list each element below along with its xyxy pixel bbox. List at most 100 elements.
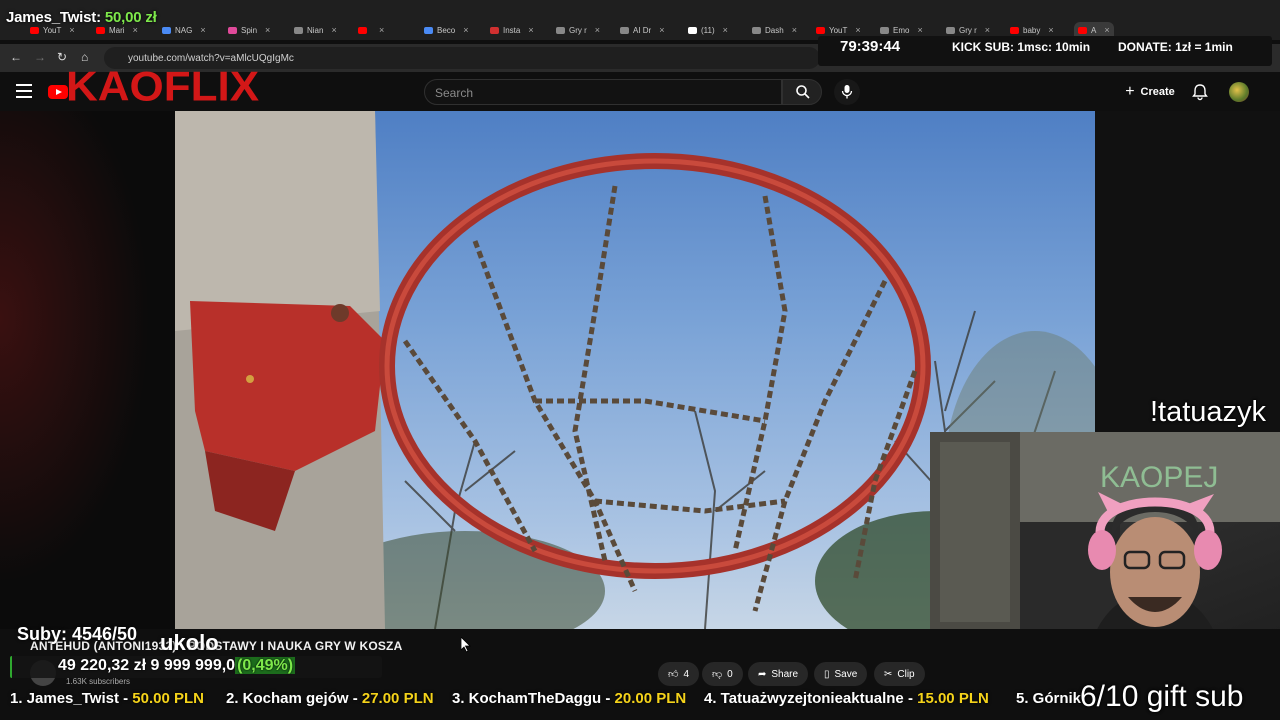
tab-close-icon[interactable]: × [659,25,664,35]
notifications-bell-icon[interactable] [1191,83,1209,106]
tab-close-icon[interactable]: × [1104,25,1109,35]
browser-tab[interactable]: (11) × [688,22,728,38]
tab-label: Gry r [569,25,587,35]
donor-name: James_Twist: [6,9,101,26]
tab-label: YouT [43,25,62,35]
tab-close-icon[interactable]: × [69,25,74,35]
search-icon [796,85,810,99]
tab-label: Emo [893,25,910,35]
tab-label: Insta [503,25,521,35]
create-label: Create [1140,86,1175,98]
mouse-cursor-icon [461,637,471,653]
tab-favicon-icon [816,26,825,34]
tab-close-icon[interactable]: × [133,25,138,35]
tab-close-icon[interactable]: × [528,25,533,35]
scissors-icon: ✂ [884,668,893,680]
right-background [1095,111,1280,441]
ticker-name: 2. Kocham gejów - [226,690,362,707]
tab-label: Gry r [959,25,977,35]
tab-label: baby [1023,25,1041,35]
search-button[interactable] [782,79,822,105]
tab-label: Nian [307,25,324,35]
menu-icon[interactable] [16,84,32,98]
like-button[interactable]: 👍︎ 4 [658,662,700,686]
browser-tab[interactable]: Insta × [490,22,534,38]
ticker-amount: 15.00 PLN [917,690,989,707]
donor-amount: 50,00 zł [104,9,157,26]
left-background [0,111,175,629]
ticker-item: 2. Kocham gejów - 27.00 PLN [226,690,434,707]
microphone-icon [841,85,853,99]
browser-tab[interactable]: AI Dr × [620,22,665,38]
tab-favicon-icon [620,26,629,34]
tab-close-icon[interactable]: × [463,25,468,35]
browser-tab[interactable]: Nian × [294,22,337,38]
bookmark-icon: ▯ [824,668,830,680]
tab-favicon-icon [490,26,499,34]
tab-favicon-icon [30,26,39,34]
tab-close-icon[interactable]: × [792,25,797,35]
tab-close-icon[interactable]: × [1048,25,1053,35]
tab-close-icon[interactable]: × [855,25,860,35]
subs-counter: Suby: 4546/50 [17,624,138,644]
ticker-amount: 27.00 PLN [361,690,434,707]
clip-button[interactable]: ✂ Clip [874,662,925,686]
url-text: youtube.com/watch?v=aMlcUQgIgMc [128,52,294,64]
back-icon[interactable]: ← [10,50,22,64]
kick-sub-rate: KICK SUB: 1msc: 10min [952,40,1091,54]
save-label: Save [834,668,858,680]
subathon-timer: 79:39:44 [840,38,901,55]
gift-sub-counter: 6/10 gift sub [1080,680,1244,713]
tab-favicon-icon [688,26,697,34]
browser-tab[interactable]: Gry r × [556,22,600,38]
kaoflix-brand-overlay: KAOFLIX [66,63,260,110]
tab-favicon-icon [358,26,367,34]
tab-favicon-icon [228,26,237,34]
dislike-button[interactable]: 👎︎ 0 [702,662,743,686]
tab-label: (11) [701,25,715,35]
save-button[interactable]: ▯ Save [814,662,868,686]
account-avatar[interactable] [1229,82,1249,102]
tab-label: Dash [765,25,784,35]
search-input[interactable]: Search [424,79,782,105]
forward-icon[interactable]: → [34,50,46,64]
tab-close-icon[interactable]: × [331,25,336,35]
ticker-name: 1. James_Twist - [10,690,133,707]
youtube-logo-icon[interactable] [48,85,68,99]
tab-close-icon[interactable]: × [379,25,384,35]
browser-tab[interactable]: Dash × [752,22,797,38]
tab-favicon-icon [556,26,565,34]
home-icon[interactable]: ⌂ [81,50,88,64]
tab-close-icon[interactable]: × [595,25,600,35]
tab-favicon-icon [424,26,433,34]
ticker-name: 3. KochamTheDaggu - [452,690,615,707]
tab-close-icon[interactable]: × [265,25,270,35]
tab-close-icon[interactable]: × [917,25,922,35]
tab-close-icon[interactable]: × [985,25,990,35]
tab-favicon-icon [880,26,889,34]
tab-label: AI Dr [633,25,652,35]
ticker-item: 5. Górnik [1016,690,1081,707]
browser-tab[interactable]: Spin × [228,22,270,38]
tab-favicon-icon [294,26,303,34]
tatuazyk-command: !tatuazyk [1150,396,1267,428]
reload-icon[interactable]: ↻ [57,50,67,64]
share-button[interactable]: ➦ Share [748,662,809,686]
svg-text:KAOPEJ: KAOPEJ [1100,461,1218,494]
tab-close-icon[interactable]: × [723,25,728,35]
browser-tab[interactable]: × [358,22,384,38]
browser-tab[interactable]: NAG × [162,22,206,38]
ticker-amount: 20.00 PLN [614,690,687,707]
thumbs-up-icon: 👍︎ [668,669,679,680]
tab-label: Spin [241,25,258,35]
share-label: Share [771,668,799,680]
goal-percent: (0,49%) [235,657,296,674]
tab-favicon-icon [162,26,171,34]
ticker-name: 4. Tatuażwyzejtonieaktualne - [704,690,918,707]
browser-tab[interactable]: Beco × [424,22,469,38]
donation-goal-text: 49 220,32 zł 9 999 999,0 (0,49%) [58,657,296,675]
create-button[interactable]: + Create [1120,79,1180,105]
tab-close-icon[interactable]: × [200,25,205,35]
donation-goal-fill [10,656,12,678]
voice-search-button[interactable] [834,79,860,105]
